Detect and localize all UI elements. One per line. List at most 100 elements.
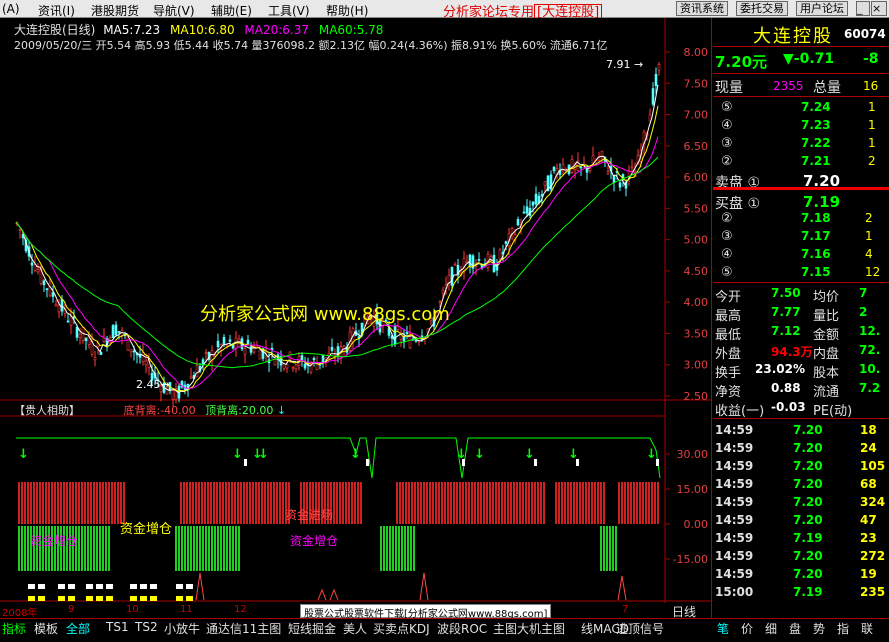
tab-ts2[interactable]: TS2 — [135, 620, 158, 634]
signal-box — [176, 596, 183, 601]
indicator-title: 【贵人相助】 — [14, 404, 80, 417]
total-volume-label: 总量 — [813, 80, 841, 96]
menu-item[interactable]: 辅助(E) — [211, 2, 252, 19]
tab-tdx11[interactable]: 通达信11主图 — [206, 620, 281, 637]
candle-body — [303, 363, 307, 369]
minimize-icon[interactable]: _ — [856, 1, 870, 16]
menu-item[interactable]: 帮助(H) — [326, 2, 368, 19]
indicator-bar — [380, 526, 382, 571]
tab-main-machine[interactable]: 主图大机主图 — [493, 620, 565, 637]
indicator-bar — [183, 482, 185, 524]
indicator-spike — [329, 588, 339, 601]
signal-box — [96, 596, 103, 601]
indicator-bar — [576, 482, 578, 524]
indicator-bar — [255, 482, 257, 524]
indicator-bar — [78, 526, 80, 571]
tick-volume: 235 — [860, 585, 886, 599]
menu-item[interactable]: 工具(V) — [268, 2, 310, 19]
indicator-bar — [405, 482, 407, 524]
indicator-bar — [21, 482, 23, 524]
signal-box — [68, 584, 75, 589]
date-label: 12 — [234, 604, 247, 615]
info-system-button[interactable]: 资讯系统 — [676, 1, 728, 16]
close-icon[interactable]: × — [871, 1, 887, 16]
indicator-bar — [435, 482, 437, 524]
trade-button[interactable]: 委托交易 — [736, 1, 788, 16]
indicator-bar — [342, 482, 344, 524]
indicator-bar — [516, 482, 518, 524]
tab-kdj[interactable]: 买卖点KDJ — [373, 620, 430, 637]
tick-row: 15:00 7.19 235 — [713, 585, 889, 603]
tab-ts1[interactable]: TS1 — [106, 620, 129, 634]
menu-item[interactable]: 资讯(I) — [38, 2, 75, 19]
tab-roc[interactable]: 波段ROC — [437, 620, 487, 637]
signal-arrow-icon: ↓ — [524, 447, 535, 462]
ma5-label: MA5:7.23 — [103, 23, 161, 37]
indicator-bar — [360, 482, 362, 524]
signal-box — [28, 596, 35, 601]
candle-body — [42, 280, 46, 286]
indicator-bar — [468, 482, 470, 524]
candle-body — [57, 304, 61, 313]
indicator-bar — [51, 482, 53, 524]
buy-level: ③ — [721, 229, 733, 244]
stat-label: 收益(一) — [715, 404, 765, 419]
tab-indicator[interactable]: 指标 — [2, 620, 26, 637]
date-label: 9 — [68, 604, 75, 615]
indicator-bar — [531, 482, 533, 524]
indicator-bar — [525, 482, 527, 524]
buy-price: 7.18 — [801, 211, 831, 225]
tab-xiaofangniu[interactable]: 小放牛 — [164, 620, 200, 637]
indicator-bar — [630, 482, 632, 524]
tab-beauty[interactable]: 美人 — [343, 620, 367, 637]
indicator-bar — [453, 482, 455, 524]
indicator-bar — [81, 482, 83, 524]
sell-price: 7.24 — [801, 100, 831, 114]
current-volume-label: 现量 — [715, 80, 743, 96]
buy-level: ⑤ — [721, 265, 733, 280]
candle-body — [552, 166, 556, 172]
tick-price: 7.20 — [793, 567, 823, 581]
signal-box — [130, 596, 137, 601]
signal-arrow-icon: ↓ — [350, 447, 361, 462]
low-value: 2.45 — [136, 378, 161, 391]
right-tab[interactable]: 指 — [837, 620, 849, 637]
candle-body — [189, 375, 193, 379]
indicator-bar — [354, 482, 356, 524]
tab-escape-top[interactable]: 逃顶信号 — [616, 620, 664, 637]
tab-short-gold[interactable]: 短线掘金 — [288, 620, 336, 637]
right-tab[interactable]: 联 — [861, 620, 873, 637]
menu-item[interactable]: 港股期货 — [91, 2, 139, 19]
indicator-bar — [447, 482, 449, 524]
menu-item[interactable]: (A) — [2, 2, 20, 16]
candle-body — [18, 228, 22, 231]
tab-template[interactable]: 模板 — [34, 620, 58, 637]
stat-label: 量比 — [813, 309, 840, 324]
right-tab[interactable]: 细 — [765, 620, 777, 637]
high-value: 7.91 — [606, 58, 631, 71]
right-tab[interactable]: 盘 — [789, 620, 801, 637]
tick-price: 7.20 — [793, 549, 823, 563]
menu-item[interactable]: 导航(V) — [153, 2, 195, 19]
indicator-bar — [624, 482, 626, 524]
tab-all[interactable]: 全部 — [66, 620, 90, 637]
signal-box — [176, 584, 183, 589]
user-forum-button[interactable]: 用户论坛 — [796, 1, 848, 16]
indicator-bar — [657, 482, 659, 524]
candle-body — [618, 182, 622, 188]
indicator-bar — [69, 482, 71, 524]
tick-time: 14:59 — [715, 441, 754, 455]
stat-label: 金额 — [813, 328, 840, 343]
right-tab[interactable]: 笔 — [717, 620, 729, 637]
candle-body — [114, 324, 118, 336]
indicator-bar — [404, 526, 406, 571]
indicator-bar — [18, 526, 20, 571]
right-tab[interactable]: 价 — [741, 620, 753, 637]
right-tab[interactable]: 势 — [813, 620, 825, 637]
candle-body — [246, 339, 250, 345]
chart-area[interactable]: 8.00 7.50 7.00 6.50 6.00 5.50 5.00 4.50 4.00 3.50… — [0, 18, 712, 620]
indicator-bar — [276, 482, 278, 524]
indicator-bar — [333, 482, 335, 524]
candle-body — [630, 166, 634, 169]
indicator-bar — [450, 482, 452, 524]
